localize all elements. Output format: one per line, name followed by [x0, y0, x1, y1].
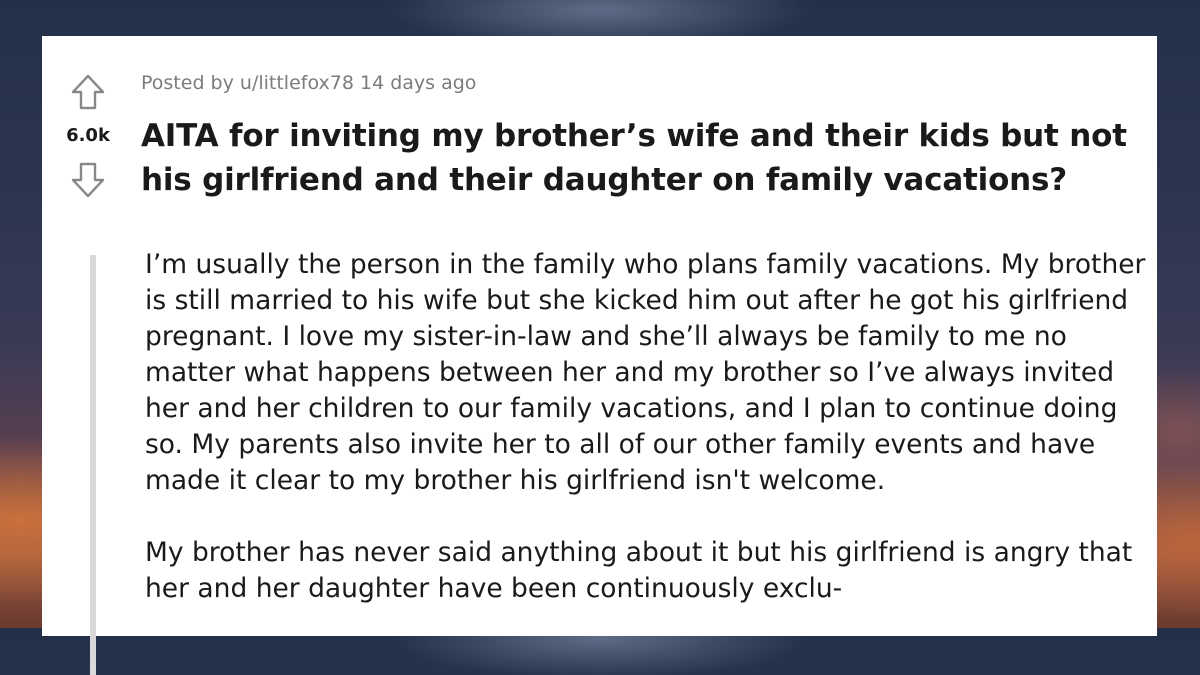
- upvote-icon[interactable]: [71, 74, 105, 110]
- post-card: 6.0k Posted by u/littlefox78 14 days ago…: [42, 36, 1157, 675]
- post-age: 14 days ago: [359, 72, 477, 94]
- post-meta: Posted by u/littlefox78 14 days ago: [141, 72, 476, 94]
- quote-bar: [90, 255, 96, 675]
- author-link[interactable]: u/littlefox78: [240, 72, 354, 94]
- post-paragraph: I’m usually the person in the family who…: [145, 249, 1146, 496]
- post-paragraph: My brother has never said anything about…: [145, 537, 1133, 604]
- post-body: I’m usually the person in the family who…: [145, 247, 1150, 643]
- vote-score: 6.0k: [66, 125, 110, 146]
- posted-by-label: Posted by: [141, 72, 234, 94]
- downvote-icon[interactable]: [71, 162, 105, 198]
- post-title[interactable]: AITA for inviting my brother’s wife and …: [141, 114, 1151, 202]
